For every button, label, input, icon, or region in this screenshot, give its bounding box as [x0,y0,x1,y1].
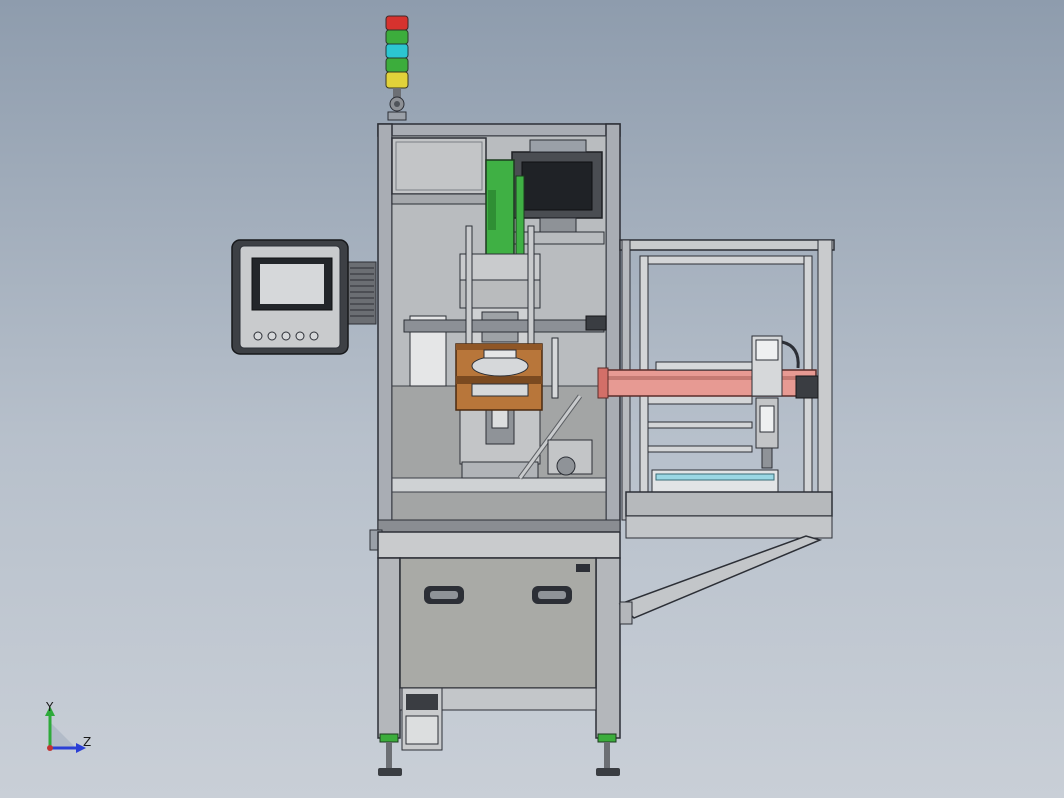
signal-tower [385,15,409,121]
linear-slide [597,361,819,399]
electrical-box [391,137,493,205]
axis-y-label: Y [45,700,54,714]
gripper-module [751,335,800,469]
cabinet [369,529,621,751]
support-brace [618,535,823,625]
axis-z-label: Z [83,735,91,749]
axis-triad: Y Z [45,700,91,753]
machine-drawing: Y Z [45,15,835,776]
hmi-panel [231,239,377,355]
cad-viewport[interactable]: Y Z [0,0,1064,798]
